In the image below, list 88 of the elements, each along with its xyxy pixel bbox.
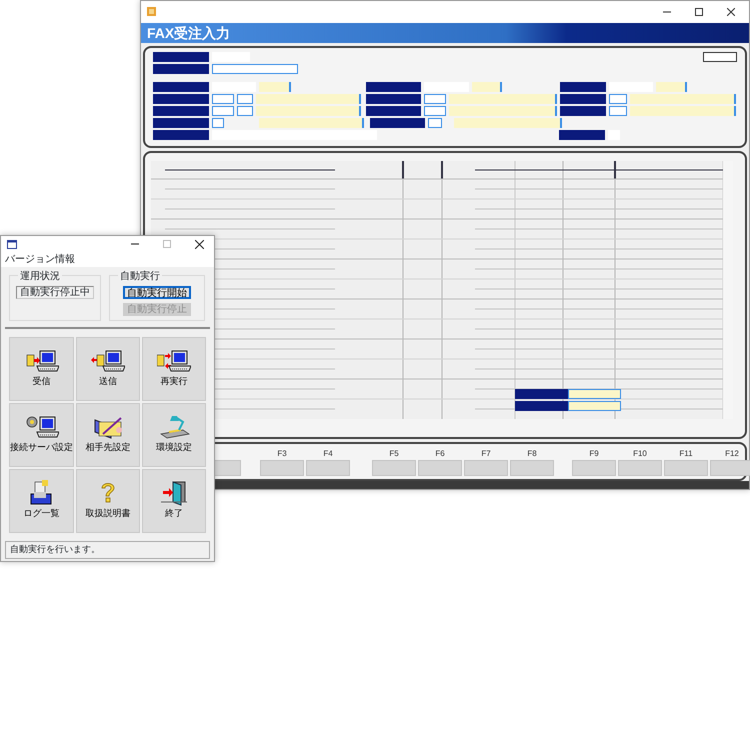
- input-field[interactable]: [256, 94, 361, 104]
- function-key-button[interactable]: [618, 460, 662, 476]
- input-field[interactable]: [212, 118, 224, 128]
- register-button[interactable]: [703, 52, 737, 62]
- send-icon: [91, 348, 125, 374]
- field-label: [366, 82, 421, 92]
- tile-button[interactable]: 送信: [76, 336, 140, 400]
- input-field[interactable]: [568, 400, 621, 411]
- input-field[interactable]: [212, 94, 234, 104]
- field-label: [153, 94, 209, 104]
- status-bar: 自動実行を行います。: [5, 540, 210, 559]
- field-label: [560, 82, 606, 92]
- field-label: [560, 94, 606, 104]
- function-key-button[interactable]: [464, 460, 508, 476]
- input-field[interactable]: [428, 118, 442, 128]
- field-label: [559, 130, 606, 140]
- field-label: [153, 52, 209, 62]
- input-field[interactable]: [237, 94, 253, 104]
- input-field[interactable]: [609, 94, 628, 104]
- window-icon: [7, 240, 17, 249]
- input-field[interactable]: [259, 82, 291, 92]
- input-field[interactable]: [424, 94, 446, 104]
- function-key-button[interactable]: [418, 460, 462, 476]
- group-title: 運用状況: [18, 268, 62, 284]
- close-icon[interactable]: [195, 240, 204, 249]
- input-field[interactable]: [568, 388, 621, 399]
- input-field[interactable]: [609, 106, 628, 116]
- function-key-button[interactable]: [572, 460, 616, 476]
- function-key-label: F6: [434, 448, 446, 460]
- input-field[interactable]: [212, 106, 234, 116]
- input-field[interactable]: [472, 82, 502, 92]
- input-field[interactable]: [630, 94, 736, 104]
- function-key-label: F5: [388, 448, 400, 460]
- field-label: [153, 64, 209, 74]
- receive-icon: [24, 348, 58, 374]
- input-field[interactable]: [259, 118, 364, 128]
- app-icon: [147, 7, 156, 16]
- input-field[interactable]: [449, 106, 557, 116]
- input-field[interactable]: [630, 106, 736, 116]
- function-key-label: F10: [632, 448, 648, 460]
- input-field[interactable]: [212, 130, 377, 140]
- tile-button[interactable]: 終了: [142, 468, 206, 532]
- header-title: FAX受注入力: [147, 24, 230, 41]
- input-field[interactable]: [454, 118, 562, 128]
- close-icon[interactable]: [727, 8, 735, 16]
- input-field[interactable]: [237, 106, 253, 116]
- tile-button[interactable]: 再実行: [142, 336, 206, 400]
- field-label: [153, 82, 209, 92]
- group-title: 自動実行: [118, 268, 162, 284]
- input-field[interactable]: [256, 106, 361, 116]
- input-field[interactable]: [656, 82, 688, 92]
- field-label: [366, 106, 421, 116]
- function-key-button[interactable]: [306, 460, 350, 476]
- function-key-button[interactable]: [372, 460, 416, 476]
- field-label: [515, 388, 568, 399]
- function-key-label: F7: [480, 448, 492, 460]
- field-label: [515, 400, 568, 411]
- function-key-label: F12: [724, 448, 740, 460]
- field-label: [153, 130, 209, 140]
- field-label: [366, 94, 421, 104]
- tile-button[interactable]: 接続サーバ設定: [9, 402, 74, 466]
- function-key-label: F11: [678, 448, 694, 460]
- function-key-label: F4: [322, 448, 334, 460]
- maximize-icon: [163, 240, 171, 248]
- tile-button[interactable]: ログ一覧: [9, 468, 74, 532]
- tile-button[interactable]: 取扱説明書: [76, 468, 140, 532]
- function-key-label: F8: [526, 448, 538, 460]
- function-key-button[interactable]: [260, 460, 304, 476]
- field-label: [370, 118, 425, 128]
- function-key-label: F9: [588, 448, 600, 460]
- start-button[interactable]: 自動実行開始: [123, 286, 191, 298]
- tile-button[interactable]: 受信: [9, 336, 74, 400]
- status-display: 自動実行停止中: [16, 286, 94, 298]
- field-label: [153, 106, 209, 116]
- field-label: [560, 106, 606, 116]
- function-key-button[interactable]: [664, 460, 708, 476]
- maximize-icon[interactable]: [695, 8, 703, 16]
- input-field[interactable]: [449, 94, 557, 104]
- field-label: [153, 118, 209, 128]
- input-field[interactable]: [424, 106, 446, 116]
- retry-icon: [157, 348, 191, 374]
- function-key-label: F3: [276, 448, 288, 460]
- function-key-button[interactable]: [510, 460, 554, 476]
- tile-button[interactable]: 相手先設定: [76, 402, 140, 466]
- tile-button[interactable]: 環境設定: [142, 402, 206, 466]
- input-field[interactable]: [212, 64, 298, 74]
- function-key-button[interactable]: [710, 460, 750, 476]
- function-key-button[interactable]: [213, 460, 241, 476]
